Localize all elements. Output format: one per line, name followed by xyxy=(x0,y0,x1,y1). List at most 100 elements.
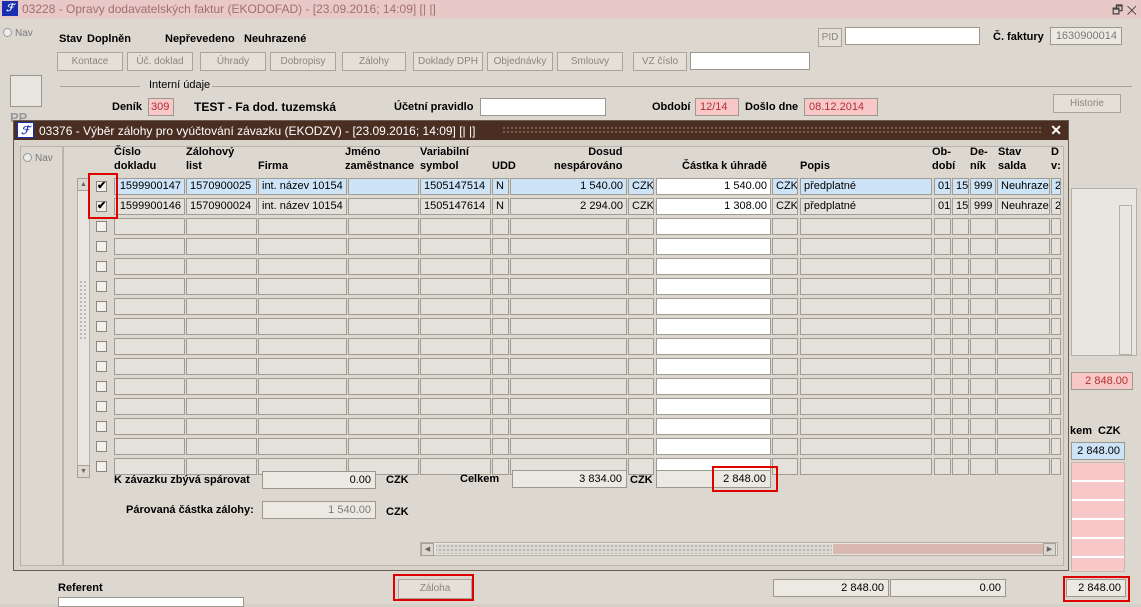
kontace-button[interactable]: Kontace xyxy=(57,52,123,71)
empty-cell xyxy=(997,398,1050,415)
zbyva-field: 0.00 xyxy=(262,471,376,489)
right-czk-label: CZK xyxy=(1098,425,1121,437)
empty-cell xyxy=(800,238,932,255)
smlouvy-button[interactable]: Smlouvy xyxy=(557,52,623,71)
empty-cell xyxy=(510,218,627,235)
row-checkbox[interactable] xyxy=(96,441,107,452)
cell-stav: Neuhrazen xyxy=(997,198,1050,215)
highlight-zaloha xyxy=(393,574,474,601)
row-checkbox[interactable] xyxy=(96,381,107,392)
row-checkbox[interactable] xyxy=(96,361,107,372)
column-header-zal: Zálohový list xyxy=(186,146,235,172)
empty-cell[interactable] xyxy=(656,338,771,355)
empty-cell xyxy=(420,378,491,395)
right-pink-cells xyxy=(1071,462,1125,572)
cfaktury-field[interactable]: 1630900014 xyxy=(1050,27,1122,45)
cell-dosud: 1 540.00 xyxy=(510,178,627,195)
zalohy-button[interactable]: Zálohy xyxy=(342,52,406,71)
empty-cell xyxy=(970,278,996,295)
empty-cell[interactable] xyxy=(656,278,771,295)
doslo-dne-field[interactable]: 08.12.2014 xyxy=(804,98,878,116)
row-checkbox[interactable] xyxy=(96,261,107,272)
uc-doklad-button[interactable]: Úč. doklad xyxy=(127,52,193,71)
row-checkbox[interactable] xyxy=(96,401,107,412)
empty-cell xyxy=(420,238,491,255)
empty-cell xyxy=(258,378,347,395)
cell-vs: 1505147614 xyxy=(420,198,491,215)
empty-cell xyxy=(628,278,654,295)
empty-cell[interactable] xyxy=(656,418,771,435)
vz-cislo-field[interactable] xyxy=(690,52,810,70)
empty-cell xyxy=(492,318,509,335)
row-checkbox[interactable] xyxy=(96,301,107,312)
obdobi-field[interactable]: 12/14 xyxy=(695,98,739,116)
column-header-firma: Firma xyxy=(258,160,288,172)
empty-cell xyxy=(186,458,257,475)
empty-cell xyxy=(348,358,419,375)
scroll-right-icon[interactable]: ▶ xyxy=(1043,543,1056,556)
empty-cell[interactable] xyxy=(656,378,771,395)
scroll-left-icon[interactable]: ◀ xyxy=(421,543,434,556)
empty-cell[interactable] xyxy=(656,238,771,255)
denik-field[interactable]: 309 xyxy=(148,98,174,116)
row-checkbox[interactable] xyxy=(96,461,107,472)
empty-cell xyxy=(1051,318,1061,335)
h-scroll-thumb[interactable] xyxy=(436,544,832,554)
cell-cislo: 1599900146 xyxy=(114,198,185,215)
empty-cell[interactable] xyxy=(656,438,771,455)
cell-castka[interactable]: 1 540.00 xyxy=(656,178,771,195)
empty-cell[interactable] xyxy=(656,358,771,375)
row-checkbox[interactable] xyxy=(96,421,107,432)
right-scrollbar[interactable] xyxy=(1119,205,1132,355)
historie-button[interactable]: Historie xyxy=(1053,94,1121,113)
empty-cell[interactable] xyxy=(656,398,771,415)
empty-cell xyxy=(510,418,627,435)
scroll-down-icon[interactable]: ▼ xyxy=(77,465,90,478)
cell-denik: 999 xyxy=(970,198,996,215)
empty-cell xyxy=(628,358,654,375)
empty-cell[interactable] xyxy=(656,318,771,335)
empty-cell xyxy=(114,458,185,475)
column-header-castka: Částka k úhradě xyxy=(682,160,767,172)
doklady-dph-button[interactable]: Doklady DPH xyxy=(413,52,483,71)
empty-cell xyxy=(800,378,932,395)
row-checkbox[interactable] xyxy=(96,241,107,252)
referent-field[interactable] xyxy=(58,597,244,607)
empty-cell[interactable] xyxy=(656,258,771,275)
row-checkbox[interactable] xyxy=(96,341,107,352)
row-checkbox[interactable] xyxy=(96,221,107,232)
tool-icon[interactable] xyxy=(10,75,42,107)
close-icon[interactable]: ✕ xyxy=(1050,122,1062,139)
denik-label: Deník xyxy=(112,101,142,113)
empty-cell xyxy=(997,378,1050,395)
empty-cell[interactable] xyxy=(656,218,771,235)
empty-cell xyxy=(258,398,347,415)
uhrady-button[interactable]: Úhrady xyxy=(200,52,266,71)
ucetni-pravidlo-field[interactable] xyxy=(480,98,606,116)
nav-button[interactable]: Nav xyxy=(3,28,33,39)
objednavky-button[interactable]: Objednávky xyxy=(487,52,553,71)
empty-cell xyxy=(1051,298,1061,315)
empty-cell xyxy=(258,438,347,455)
highlight-checkboxes xyxy=(88,173,118,219)
celkem-label: Celkem xyxy=(460,473,500,485)
nav-button[interactable]: Nav xyxy=(23,153,53,164)
empty-cell xyxy=(934,278,951,295)
cell-castka[interactable]: 1 308.00 xyxy=(656,198,771,215)
scroll-thumb[interactable] xyxy=(79,280,88,340)
pid-field[interactable] xyxy=(845,27,980,45)
empty-cell xyxy=(492,258,509,275)
row-checkbox[interactable] xyxy=(96,321,107,332)
dobropisy-button[interactable]: Dobropisy xyxy=(270,52,336,71)
empty-cell xyxy=(997,418,1050,435)
empty-cell xyxy=(510,358,627,375)
empty-cell xyxy=(510,398,627,415)
row-checkbox[interactable] xyxy=(96,281,107,292)
empty-cell xyxy=(934,298,951,315)
empty-cell xyxy=(800,358,932,375)
empty-cell[interactable] xyxy=(656,298,771,315)
vz-cislo-button[interactable]: VZ číslo xyxy=(633,52,687,71)
empty-cell xyxy=(492,418,509,435)
column-header-d: D v: xyxy=(1051,146,1061,172)
empty-cell xyxy=(492,398,509,415)
